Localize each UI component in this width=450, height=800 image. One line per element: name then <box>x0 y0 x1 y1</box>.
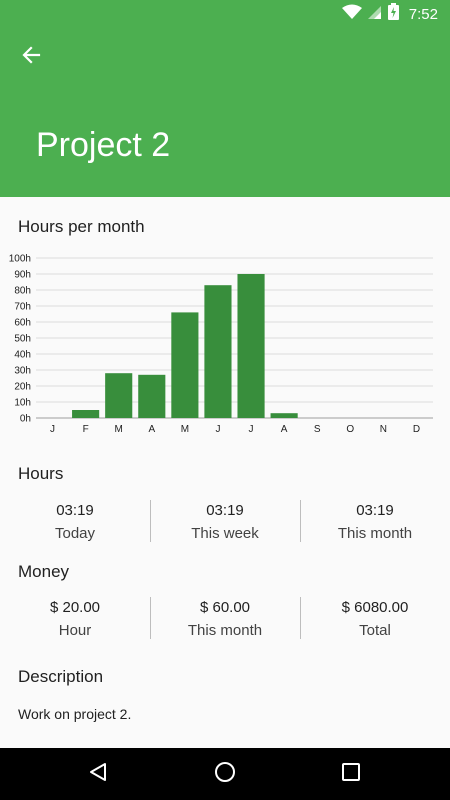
signal-icon <box>367 4 382 25</box>
chart-bar <box>270 413 298 418</box>
chart-x-tick-label: M <box>181 424 189 435</box>
home-circle-icon <box>214 761 236 788</box>
chart-bar <box>138 374 166 418</box>
app-bar: 7:52 Project 2 <box>0 0 450 197</box>
stat-today: 03:19 Today <box>0 498 150 544</box>
hours-stats: 03:19 Today 03:19 This week 03:19 This m… <box>0 498 450 544</box>
chart-x-tick-label: O <box>346 424 354 435</box>
money-stats: $ 20.00 Hour $ 60.00 This month $ 6080.0… <box>0 595 450 641</box>
chart-y-tick-label: 40h <box>14 350 31 361</box>
chart-y-tick-label: 100h <box>9 254 31 265</box>
chart-x-tick-label: A <box>148 424 155 435</box>
stat-value: $ 6080.00 <box>341 599 409 616</box>
back-button[interactable] <box>14 40 48 74</box>
chart-y-tick-label: 50h <box>14 334 31 345</box>
description-text: Work on project 2. <box>18 706 132 722</box>
hours-title: Hours <box>18 464 64 483</box>
chart-y-tick-label: 70h <box>14 302 31 313</box>
chart-y-tick-label: 0h <box>20 414 31 425</box>
stat-money-this-month: $ 60.00 This month <box>150 595 300 641</box>
description-title: Description <box>18 667 104 686</box>
stat-value: 03:19 <box>56 502 94 519</box>
nav-recents-button[interactable] <box>339 762 363 786</box>
chart-bar <box>204 285 232 418</box>
money-title: Money <box>18 562 70 581</box>
stat-value: $ 20.00 <box>49 599 101 616</box>
chart-x-tick-label: J <box>50 424 55 435</box>
stat-label: This month <box>337 525 413 542</box>
chart-x-tick-label: J <box>215 424 220 435</box>
chart-x-tick-label: S <box>314 424 321 435</box>
chart-bar <box>237 274 265 418</box>
recents-square-icon <box>341 762 361 787</box>
chart-y-tick-label: 20h <box>14 382 31 393</box>
stat-label: This month <box>187 622 263 639</box>
status-bar: 7:52 <box>0 0 450 28</box>
chart-y-tick-label: 30h <box>14 366 31 377</box>
stat-total: $ 6080.00 Total <box>300 595 450 641</box>
stat-hour: $ 20.00 Hour <box>0 595 150 641</box>
clock: 7:52 <box>408 5 438 23</box>
chart-bar <box>171 312 199 418</box>
chart-x-tick-label: A <box>281 424 288 435</box>
nav-back-button[interactable] <box>86 762 110 786</box>
stat-label: Today <box>54 525 96 542</box>
wifi-icon <box>341 4 362 25</box>
chart-y-tick-label: 90h <box>14 270 31 281</box>
chart-x-tick-label: M <box>115 424 123 435</box>
stat-this-week: 03:19 This week <box>150 498 300 544</box>
chart-y-tick-label: 60h <box>14 318 31 329</box>
chart-x-tick-label: N <box>380 424 387 435</box>
chart-bar <box>72 410 100 418</box>
nav-home-button[interactable] <box>213 761 237 788</box>
chart-x-tick-label: F <box>83 424 89 435</box>
arrow-back-icon <box>21 45 41 70</box>
chart-svg: 0h 10h 20h 30h 40h 50h 60h 70h 80h 90h 100h J F M A M J J… <box>9 254 433 435</box>
page-title: Project 2 <box>36 126 171 164</box>
stat-label: This week <box>191 525 259 542</box>
stat-label: Hour <box>58 622 92 639</box>
battery-charging-icon <box>387 3 399 25</box>
stat-label: Total <box>359 622 391 639</box>
chart-x-tick-label: J <box>249 424 254 435</box>
stat-value: 03:19 <box>356 502 394 519</box>
stat-value: $ 60.00 <box>199 599 251 616</box>
back-triangle-icon <box>88 762 108 787</box>
chart-title: Hours per month <box>18 217 145 236</box>
chart-bar <box>105 373 133 418</box>
chart-y-tick-label: 10h <box>14 398 31 409</box>
hours-chart: 0h 10h 20h 30h 40h 50h 60h 70h 80h 90h 100h J F M A M J J… <box>0 248 450 438</box>
stat-this-month: 03:19 This month <box>300 498 450 544</box>
stat-value: 03:19 <box>206 502 244 519</box>
nav-bar <box>0 748 450 800</box>
chart-y-tick-label: 80h <box>14 286 31 297</box>
chart-x-tick-label: D <box>413 424 420 435</box>
